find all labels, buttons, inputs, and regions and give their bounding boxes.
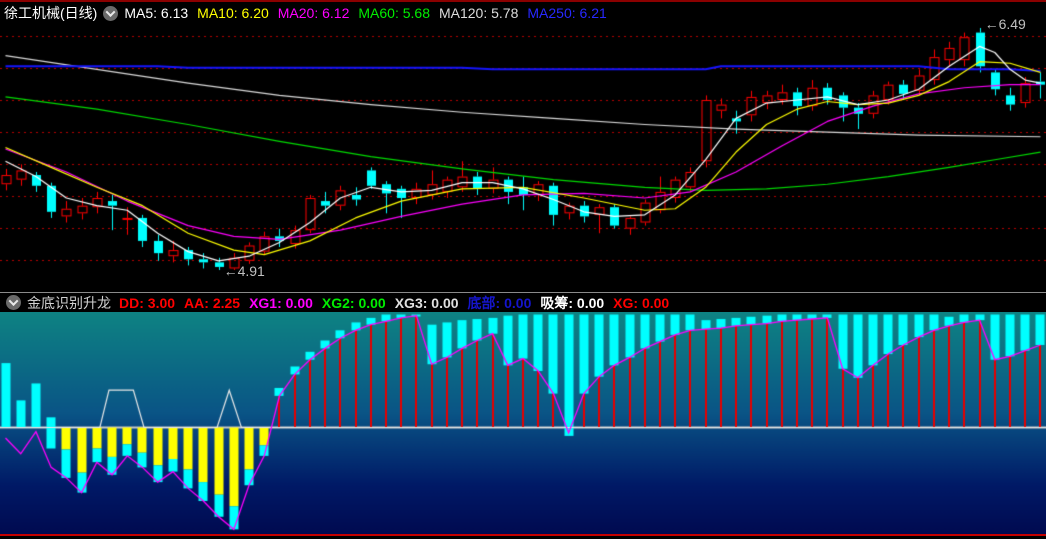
indicator-panel <box>0 312 1046 535</box>
indicator-title: 金底识别升龙 <box>27 294 111 311</box>
ma20-value: 6.12 <box>322 5 350 21</box>
indicator-field-dd: DD: 3.00 <box>119 295 175 311</box>
ma120-label: MA120: <box>438 5 488 21</box>
xg-label: XG: <box>613 294 639 311</box>
ma250-readout: MA250: 6.21 <box>527 5 606 21</box>
chevron-down-icon[interactable] <box>103 5 119 21</box>
ma5-label: MA5: <box>124 5 158 21</box>
dd-value: 3.00 <box>147 294 176 311</box>
xg1-label: XG1: <box>249 294 282 311</box>
ma250-label: MA250: <box>527 5 576 21</box>
ma5-readout: MA5: 6.13 <box>124 5 188 21</box>
ma60-readout: MA60: 5.68 <box>358 5 430 21</box>
ma120-value: 5.78 <box>491 5 519 21</box>
indicator-field-xg: XG: 0.00 <box>613 295 669 311</box>
xg3-label: XG3: <box>394 294 428 311</box>
aa-label: AA: <box>184 294 209 311</box>
indicator-chart[interactable] <box>0 312 1046 535</box>
indicator-field-xg2: XG2: 0.00 <box>322 295 386 311</box>
ma5-value: 6.13 <box>160 5 189 21</box>
xg-value: 0.00 <box>641 294 670 311</box>
indicator-field-dibu: 底部: 0.00 <box>468 293 532 313</box>
ma10-readout: MA10: 6.20 <box>197 5 269 21</box>
ma10-value: 6.20 <box>241 5 269 21</box>
indicator-field-xg3: XG3: 0.00 <box>395 295 459 311</box>
xg2-label: XG2: <box>321 294 355 311</box>
ma20-label: MA20: <box>277 5 319 21</box>
dibu-label: 底部: <box>467 294 501 311</box>
indicator-field-aa: AA: 2.25 <box>184 295 240 311</box>
xg2-value: 0.00 <box>358 294 386 311</box>
ma20-readout: MA20: 6.12 <box>278 5 350 21</box>
xg3-value: 0.00 <box>431 294 459 311</box>
xichou-label: 吸筹: <box>540 294 574 311</box>
xg1-value: 0.00 <box>285 294 313 311</box>
candlestick-chart[interactable] <box>0 24 1046 292</box>
dd-label: DD: <box>119 294 144 311</box>
price-panel <box>0 24 1046 292</box>
symbol-title: 徐工机械(日线) <box>4 5 98 21</box>
indicator-field-xichou: 吸筹: 0.00 <box>540 293 604 313</box>
ma10-label: MA10: <box>197 5 238 21</box>
xichou-value: 0.00 <box>576 294 605 311</box>
aa-value: 2.25 <box>212 294 241 311</box>
chevron-down-icon[interactable] <box>6 295 21 310</box>
tdx-chart-window: 徐工机械(日线) MA5: 6.13 MA10: 6.20 MA20: 6.12… <box>0 0 1046 539</box>
ma60-value: 5.68 <box>402 5 430 21</box>
indicator-field-xg1: XG1: 0.00 <box>249 295 313 311</box>
dibu-value: 0.00 <box>504 294 532 311</box>
ma60-label: MA60: <box>358 5 399 21</box>
main-chart-header: 徐工机械(日线) MA5: 6.13 MA10: 6.20 MA20: 6.12… <box>0 2 1046 24</box>
window-bottom-border <box>0 534 1046 536</box>
ma120-readout: MA120: 5.78 <box>439 5 518 21</box>
indicator-header: 金底识别升龙 DD: 3.00 AA: 2.25 XG1: 0.00 XG2: … <box>0 293 1046 312</box>
ma250-value: 6.21 <box>579 5 607 21</box>
